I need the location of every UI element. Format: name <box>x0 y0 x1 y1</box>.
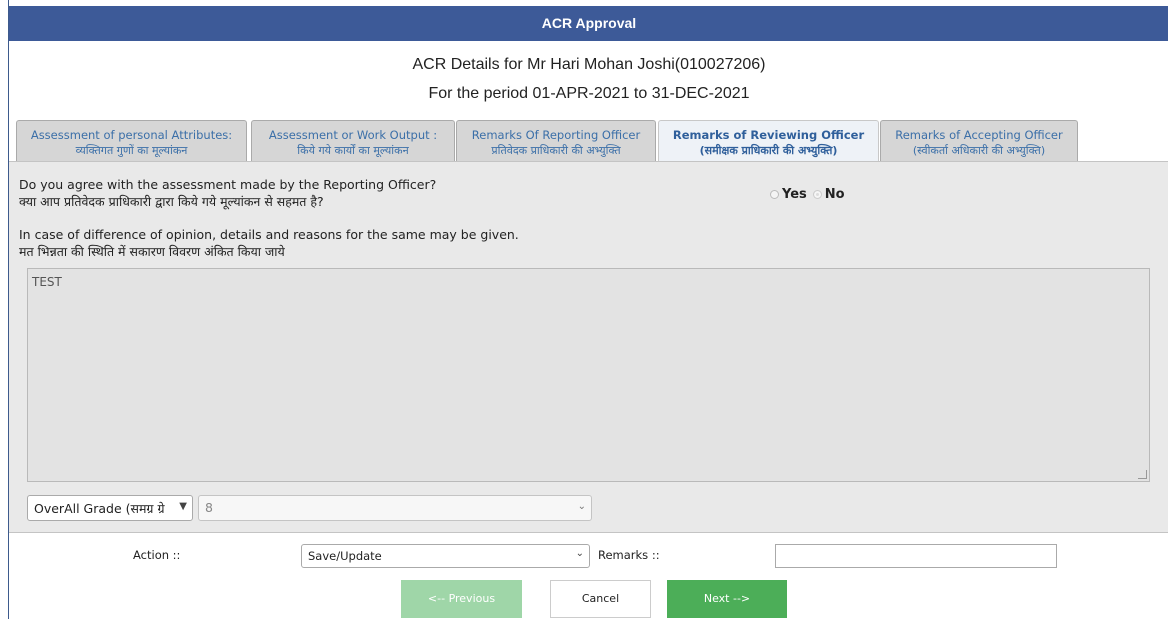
tab-label: Remarks Of Reporting Officer <box>471 128 641 142</box>
resize-handle-icon[interactable] <box>1138 470 1147 479</box>
tab-label: Remarks of Reviewing Officer <box>672 128 865 142</box>
remarks-label: Remarks :: <box>598 548 660 562</box>
chevron-down-icon: ⌄ <box>575 548 584 559</box>
no-radio-label: No <box>824 187 845 202</box>
tab-label-hindi: (समीक्षक प्राधिकारी की अभ्युक्ति) <box>699 144 838 157</box>
acr-details-heading: ACR Details for Mr Hari Mohan Joshi(0100… <box>412 56 766 73</box>
chevron-down-icon: ▼ <box>179 501 187 512</box>
agree-question-en: Do you agree with the assessment made by… <box>19 177 437 192</box>
acr-approval-window: ACR Approval ACR Details for Mr Hari Moh… <box>8 0 1168 619</box>
tab-label-hindi: व्यक्तिगत गुणों का मूल्यांकन <box>75 144 188 157</box>
no-radio[interactable] <box>812 190 822 199</box>
yes-radio-label: Yes <box>782 187 807 202</box>
tab-work-output[interactable]: Assessment or Work Output : किये गये कार… <box>251 120 455 162</box>
next-button[interactable]: Next --> <box>667 580 787 618</box>
agree-radio-group: Yes No <box>770 187 845 202</box>
tab-reviewing-officer[interactable]: Remarks of Reviewing Officer (समीक्षक प्… <box>658 120 879 163</box>
difference-reasons-textarea[interactable]: TEST <box>27 268 1150 482</box>
agree-question-hi: क्या आप प्रतिवेदक प्राधिकारी द्वारा किये… <box>19 194 324 209</box>
action-label: Action :: <box>133 548 181 562</box>
difference-instruction-en: In case of difference of opinion, detail… <box>19 227 519 242</box>
remarks-input[interactable] <box>775 544 1057 568</box>
reviewing-officer-panel: Do you agree with the assessment made by… <box>9 161 1168 533</box>
difference-instruction: In case of difference of opinion, detail… <box>19 226 519 260</box>
select-value: Save/Update <box>308 549 382 563</box>
chevron-down-icon: ⌄ <box>577 501 586 512</box>
difference-instruction-hi: मत भिन्नता की स्थिति में सकारण विवरण अंक… <box>19 244 285 259</box>
acr-period-heading: For the period 01-APR-2021 to 31-DEC-202… <box>428 85 750 102</box>
page-title: ACR Approval <box>9 6 1168 41</box>
tab-label: Assessment or Work Output : <box>268 128 438 142</box>
tab-personal-attributes[interactable]: Assessment of personal Attributes: व्यक्… <box>16 120 247 162</box>
grade-value-select[interactable]: 8 ⌄ <box>198 495 592 521</box>
previous-button[interactable]: <-- Previous <box>401 580 522 618</box>
action-select[interactable]: Save/Update ⌄ <box>301 544 590 568</box>
select-value: 8 <box>205 500 213 515</box>
agree-question: Do you agree with the assessment made by… <box>19 176 436 210</box>
tab-label: Assessment of personal Attributes: <box>30 128 233 142</box>
tab-accepting-officer[interactable]: Remarks of Accepting Officer (स्वीकर्ता … <box>880 120 1078 162</box>
tab-label-hindi: प्रतिवेदक प्राधिकारी की अभ्युक्ति <box>491 144 621 157</box>
yes-radio[interactable] <box>770 190 779 199</box>
tab-label: Remarks of Accepting Officer <box>895 128 1063 142</box>
overall-grade-label-select[interactable]: OverAll Grade (समग्र ग्रे ▼ <box>27 495 193 521</box>
tab-reporting-officer[interactable]: Remarks Of Reporting Officer प्रतिवेदक प… <box>456 120 656 162</box>
tab-label-hindi: किये गये कार्यों का मूल्यांकन <box>297 144 409 157</box>
textarea-value: TEST <box>32 275 62 289</box>
select-value: OverAll Grade (समग्र ग्रे <box>34 501 165 516</box>
cancel-button[interactable]: Cancel <box>550 580 651 618</box>
tab-label-hindi: (स्वीकर्ता अधिकारी की अभ्युक्ति) <box>912 144 1046 157</box>
